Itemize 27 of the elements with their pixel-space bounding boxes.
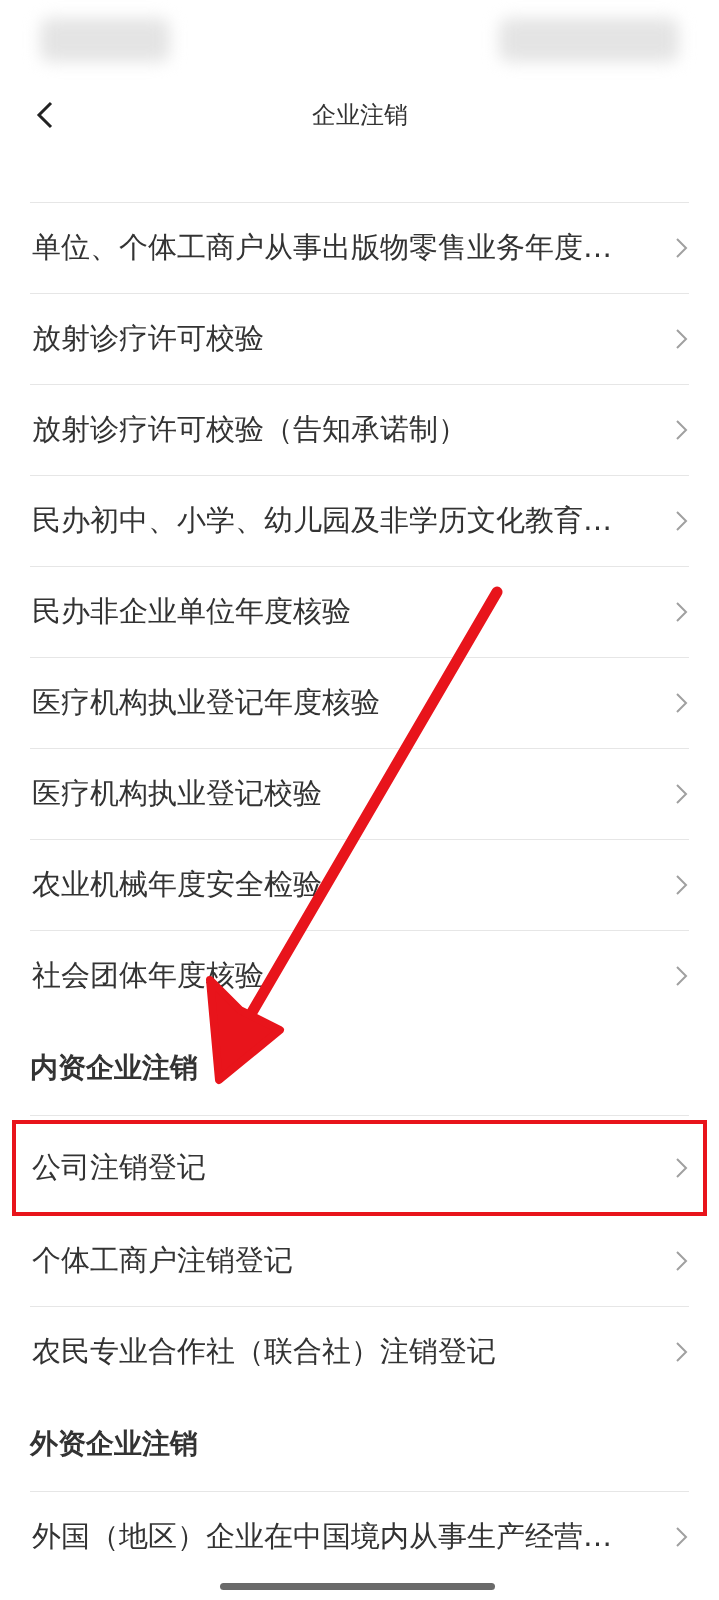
list-item[interactable]: 放射诊疗许可校验（告知承诺制） [30, 385, 689, 476]
section-title: 外资企业注销 [30, 1397, 689, 1492]
chevron-right-icon [675, 692, 689, 714]
chevron-right-icon [675, 1157, 689, 1179]
chevron-right-icon [675, 510, 689, 532]
page-title: 企业注销 [311, 100, 408, 131]
chevron-right-icon [675, 783, 689, 805]
chevron-right-icon [675, 1526, 689, 1548]
list-item[interactable]: 民办非企业单位年度核验 [30, 567, 689, 658]
chevron-right-icon [675, 601, 689, 623]
list-item[interactable]: 个体工商户注销登记 [30, 1216, 689, 1307]
chevron-right-icon [675, 1341, 689, 1363]
list-item[interactable]: 放射诊疗许可校验 [30, 294, 689, 385]
list-item[interactable]: 农民专业合作社（联合社）注销登记 [30, 1307, 689, 1397]
chevron-right-icon [675, 419, 689, 441]
chevron-right-icon [675, 1250, 689, 1272]
list-item[interactable]: 医疗机构执业登记校验 [30, 749, 689, 840]
list-item[interactable]: 医疗机构执业登记年度核验 [30, 658, 689, 749]
chevron-right-icon [675, 237, 689, 259]
chevron-right-icon [675, 874, 689, 896]
list-item[interactable]: 外国（地区）企业在中国境内从事生产经营… [30, 1492, 689, 1582]
list-item[interactable]: 农业机械年度安全检验 [30, 840, 689, 931]
list-item[interactable]: 单位、个体工商户从事出版物零售业务年度… [30, 203, 689, 294]
list-item[interactable]: 公司注销登记 [30, 1124, 689, 1212]
list-item[interactable]: 民办初中、小学、幼儿园及非学历文化教育… [30, 476, 689, 567]
chevron-right-icon [675, 965, 689, 987]
chevron-right-icon [675, 328, 689, 350]
